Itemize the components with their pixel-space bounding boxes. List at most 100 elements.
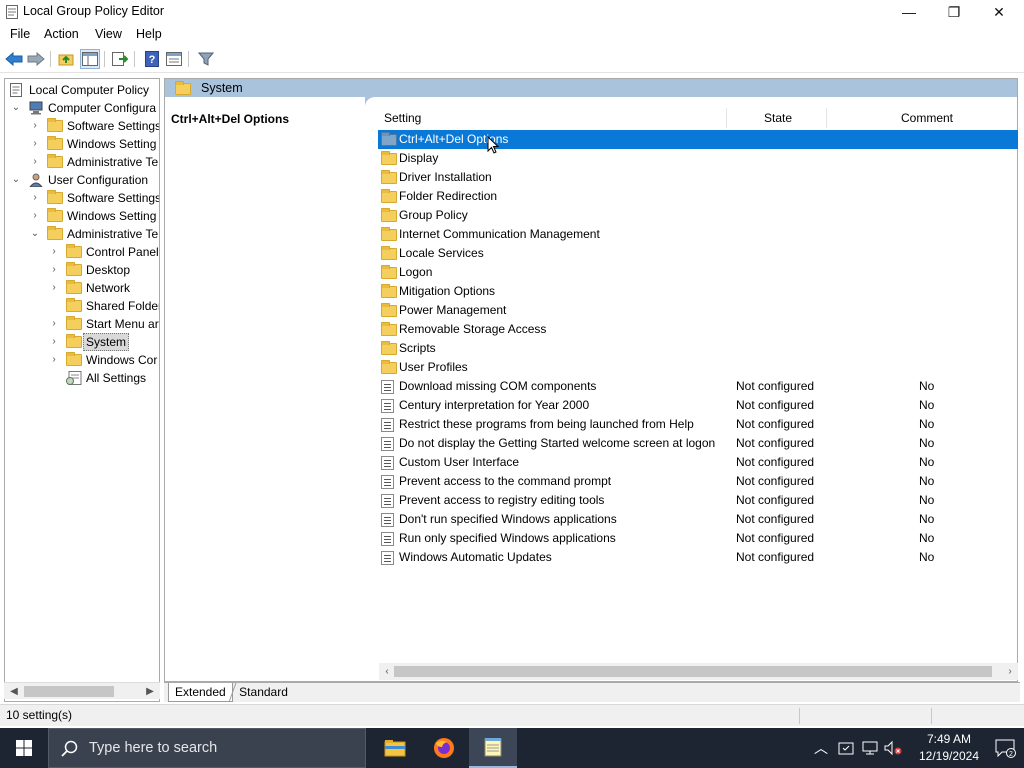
chevron-right-icon[interactable]: › [49, 261, 59, 279]
volume-muted-icon[interactable] [884, 740, 902, 756]
list-item-setting[interactable]: Restrict these programs from being launc… [378, 415, 1018, 434]
list-item-folder[interactable]: Removable Storage Access [378, 320, 1018, 339]
chevron-right-icon[interactable]: › [49, 333, 59, 351]
action-center-icon[interactable]: 2 [994, 738, 1016, 758]
tree-item-network[interactable]: › Network [5, 279, 159, 297]
list-item-setting[interactable]: Do not display the Getting Started welco… [378, 434, 1018, 453]
chevron-right-icon[interactable]: › [49, 279, 59, 297]
setting-name: Power Management [399, 303, 507, 317]
list-item-folder[interactable]: Logon [378, 263, 1018, 282]
menu-view[interactable]: View [95, 27, 122, 41]
chevron-right-icon[interactable]: › [30, 153, 40, 171]
list-item-folder[interactable]: Group Policy [378, 206, 1018, 225]
folder-icon [381, 227, 397, 241]
tree-item-user-configuration[interactable]: ⌄ User Configuration [5, 171, 159, 189]
chevron-right-icon[interactable]: › [30, 117, 40, 135]
start-button[interactable] [0, 728, 48, 768]
export-list-icon[interactable] [110, 49, 130, 69]
menu-file[interactable]: File [10, 27, 30, 41]
list-item-setting[interactable]: Download missing COM components Not confi… [378, 377, 1018, 396]
tree-item-windows-components[interactable]: › Windows Cor [5, 351, 159, 369]
chevron-down-icon[interactable]: ⌄ [11, 171, 21, 189]
taskbar-search-box[interactable]: Type here to search [48, 728, 366, 768]
minimize-button[interactable]: — [886, 0, 932, 24]
properties-icon[interactable] [164, 49, 184, 69]
chevron-down-icon[interactable]: ⌄ [30, 225, 40, 243]
policy-setting-icon [381, 551, 394, 565]
list-item-folder[interactable]: Internet Communication Management [378, 225, 1018, 244]
up-folder-icon[interactable] [56, 49, 76, 69]
forward-arrow-icon[interactable] [26, 49, 46, 69]
list-item-folder[interactable]: Scripts [378, 339, 1018, 358]
tree-item-windows-settings-user[interactable]: › Windows Setting [5, 207, 159, 225]
tab-extended[interactable]: Extended [168, 683, 233, 702]
chevron-right-icon[interactable]: › [49, 351, 59, 369]
details-horizontal-scrollbar[interactable]: ‹ › [379, 663, 1018, 680]
file-explorer-icon[interactable] [371, 728, 419, 768]
tree-horizontal-scrollbar[interactable]: ◀ ▶ [4, 682, 160, 699]
menu-help[interactable]: Help [136, 27, 162, 41]
folder-icon [66, 244, 82, 259]
notepad-icon[interactable] [469, 728, 517, 768]
list-item-folder[interactable]: Display [378, 149, 1018, 168]
list-item-folder[interactable]: Folder Redirection [378, 187, 1018, 206]
list-item-setting[interactable]: Century interpretation for Year 2000 Not … [378, 396, 1018, 415]
scroll-left-icon[interactable]: ‹ [380, 664, 394, 679]
list-item-setting[interactable]: Prevent access to registry editing tools… [378, 491, 1018, 510]
tree-item-local-computer-policy[interactable]: Local Computer Policy [5, 81, 159, 99]
tree-item-administrative-templates-computer[interactable]: › Administrative Te [5, 153, 159, 171]
tree-item-software-settings-user[interactable]: › Software Settings [5, 189, 159, 207]
tree-item-computer-configuration[interactable]: ⌄ Computer Configura [5, 99, 159, 117]
help-icon[interactable]: ? [142, 49, 162, 69]
folder-icon [381, 151, 397, 165]
tree-item-system[interactable]: › System [5, 333, 159, 351]
list-item-setting[interactable]: Windows Automatic Updates Not configured N… [378, 548, 1018, 567]
chevron-right-icon[interactable]: › [30, 207, 40, 225]
list-item-setting[interactable]: Don't run specified Windows applications… [378, 510, 1018, 529]
list-item-folder[interactable]: User Profiles [378, 358, 1018, 377]
list-item-folder[interactable]: Driver Installation [378, 168, 1018, 187]
list-item-folder[interactable]: Power Management [378, 301, 1018, 320]
tree-item-administrative-templates-user[interactable]: ⌄ Administrative Te [5, 225, 159, 243]
back-arrow-icon[interactable] [4, 49, 24, 69]
folder-icon [47, 154, 63, 169]
chevron-right-icon[interactable]: › [49, 243, 59, 261]
tree-item-desktop[interactable]: › Desktop [5, 261, 159, 279]
list-item-folder[interactable]: Locale Services [378, 244, 1018, 263]
list-item-setting[interactable]: Prevent access to the command prompt Not … [378, 472, 1018, 491]
tree-item-software-settings-computer[interactable]: › Software Settings [5, 117, 159, 135]
security-icon[interactable] [838, 740, 854, 756]
scrollbar-thumb[interactable] [24, 686, 114, 697]
setting-name: Restrict these programs from being launc… [399, 417, 694, 431]
system-tray: ︿ 7:49 AM 12/19/2024 2 [814, 728, 1024, 768]
show-hide-tree-icon[interactable] [80, 49, 100, 69]
firefox-icon[interactable] [420, 728, 468, 768]
filter-icon[interactable] [196, 49, 216, 69]
tree-item-start-menu-and-taskbar[interactable]: › Start Menu ar [5, 315, 159, 333]
tree-item-control-panel[interactable]: › Control Panel [5, 243, 159, 261]
menu-action[interactable]: Action [44, 27, 79, 41]
network-icon[interactable] [862, 740, 878, 756]
show-hidden-icons-chevron-icon[interactable]: ︿ [814, 738, 828, 758]
scroll-right-icon[interactable]: › [1003, 664, 1017, 679]
chevron-down-icon[interactable]: ⌄ [11, 99, 21, 117]
folder-icon [381, 284, 397, 298]
chevron-right-icon[interactable]: › [30, 189, 40, 207]
chevron-right-icon[interactable]: › [49, 315, 59, 333]
scroll-left-icon[interactable]: ◀ [7, 684, 21, 699]
list-item-folder[interactable]: Mitigation Options [378, 282, 1018, 301]
list-item-setting[interactable]: Custom User Interface Not configured No [378, 453, 1018, 472]
chevron-right-icon[interactable]: › [30, 135, 40, 153]
scrollbar-thumb[interactable] [394, 666, 992, 677]
folder-icon [66, 316, 82, 331]
tree-item-shared-folders[interactable]: Shared Folder [5, 297, 159, 315]
maximize-button[interactable]: ❐ [931, 0, 977, 24]
scroll-right-icon[interactable]: ▶ [143, 684, 157, 699]
close-button[interactable]: ✕ [976, 0, 1022, 24]
tree-item-all-settings[interactable]: All Settings [5, 369, 159, 387]
clock[interactable]: 7:49 AM 12/19/2024 [914, 731, 984, 765]
tree-item-windows-settings-computer[interactable]: › Windows Setting [5, 135, 159, 153]
list-item-folder[interactable]: Ctrl+Alt+Del Options [378, 130, 1018, 149]
list-item-setting[interactable]: Run only specified Windows applications N… [378, 529, 1018, 548]
tab-standard[interactable]: Standard [228, 683, 298, 702]
